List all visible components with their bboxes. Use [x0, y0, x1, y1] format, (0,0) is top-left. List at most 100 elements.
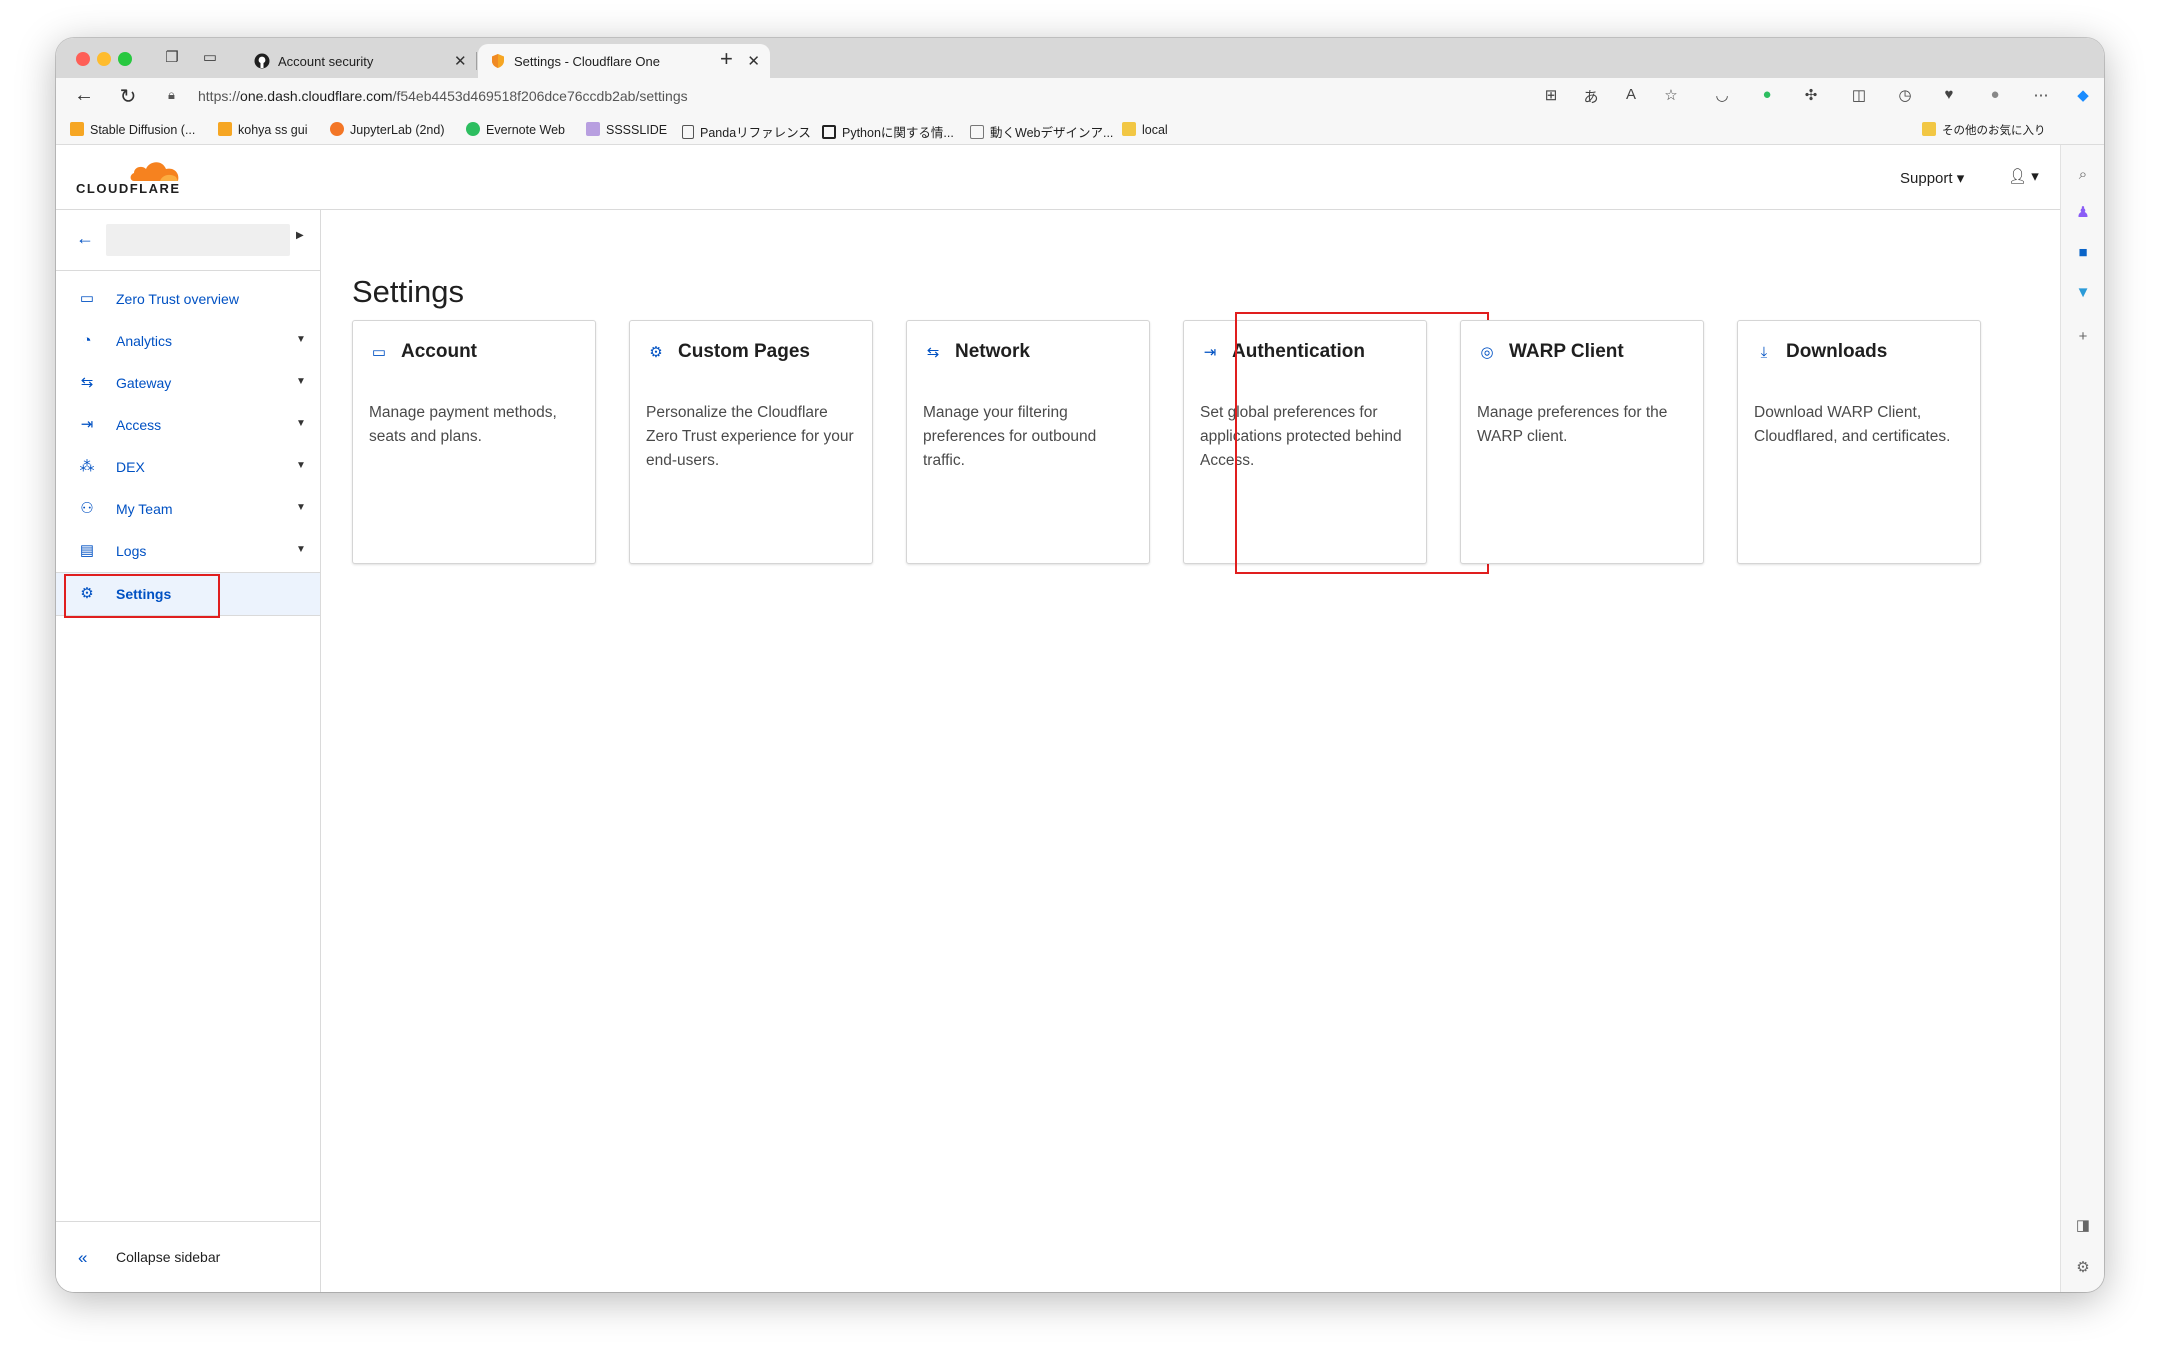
team-icon: ⚇	[80, 500, 94, 517]
bookmark-item[interactable]: Pandaリファレンス	[682, 122, 811, 141]
card-account[interactable]: ▭ Account Manage payment methods, seats …	[352, 320, 596, 564]
bookmark-item[interactable]: JupyterLab (2nd)	[330, 122, 445, 137]
app-header: CLOUDFLARE Support ▾ 👤︎ ▾	[56, 145, 2060, 210]
gear-icon[interactable]: ⚙	[2073, 1258, 2093, 1278]
app-available-icon[interactable]: ⊞	[1540, 86, 1562, 104]
card-description: Personalize the Cloudflare Zero Trust ex…	[646, 404, 854, 469]
bookmark-item[interactable]: Evernote Web	[466, 122, 565, 137]
sidebar-item-dex[interactable]: ⁂ DEX ▼	[56, 446, 320, 488]
sidebar-item-my-team[interactable]: ⚇ My Team ▼	[56, 488, 320, 530]
copilot-icon[interactable]: ◆	[2072, 86, 2094, 104]
chevron-down-icon: ▼	[296, 502, 306, 513]
outlook-icon[interactable]: ■	[2073, 243, 2093, 263]
sidebar-item-logs[interactable]: ▤ Logs ▼	[56, 530, 320, 572]
chevron-down-icon: ▼	[296, 418, 306, 429]
evernote-extension-icon[interactable]: ●	[1756, 86, 1778, 103]
cloudflare-app: CLOUDFLARE Support ▾ 👤︎ ▾ ← ▶ ▭ Zero Tru…	[56, 145, 2060, 1292]
sidebar-item-label: Analytics	[116, 333, 173, 349]
browser-side-panel: ⌕ ♟ ■ ▼ + ◨ ⚙	[2060, 145, 2104, 1292]
read-aloud-icon[interactable]: A	[1620, 86, 1642, 103]
chevron-down-icon: ▼	[296, 376, 306, 387]
close-tab-icon[interactable]: ✕	[747, 52, 760, 70]
bookmark-favicon-icon	[330, 122, 344, 136]
new-tab-button[interactable]: +	[720, 46, 733, 72]
chevron-down-icon: ▼	[296, 544, 306, 555]
user-menu[interactable]: 👤︎ ▾	[2008, 167, 2039, 185]
chevron-down-icon: ▾	[1956, 170, 1965, 187]
sidebar-item-label: DEX	[116, 459, 145, 475]
other-favorites-folder[interactable]: その他のお気に入り	[1922, 122, 2046, 138]
sidebar: ← ▶ ▭ Zero Trust overview ◔ Analytics ▼ …	[56, 210, 321, 1292]
double-chevron-left-icon: «	[78, 1248, 88, 1267]
history-icon[interactable]: ◷	[1894, 86, 1916, 104]
bookmark-item[interactable]: 動くWebデザインア...	[970, 122, 1113, 141]
cloudflare-logo[interactable]: CLOUDFLARE	[76, 157, 186, 197]
card-downloads[interactable]: ⤓ Downloads Download WARP Client, Cloudf…	[1737, 320, 1981, 564]
gateway-icon: ⇆	[80, 374, 94, 391]
network-icon: ⇆	[926, 344, 940, 361]
card-description: Manage payment methods, seats and plans.	[369, 404, 557, 445]
collapse-sidebar-label: Collapse sidebar	[116, 1249, 221, 1265]
bookmark-item[interactable]: local	[1122, 122, 1168, 137]
pocket-icon[interactable]: ◡	[1711, 86, 1733, 104]
back-arrow-icon[interactable]: ←	[76, 228, 94, 249]
sidebar-item-label: Gateway	[116, 375, 172, 391]
tab-strip: ❐ ▭ Account security Settings - Cloudfla…	[56, 38, 2104, 78]
performance-icon[interactable]: ♥	[1938, 86, 1960, 103]
document-icon	[682, 125, 694, 139]
card-network[interactable]: ⇆ Network Manage your filtering preferen…	[906, 320, 1150, 564]
highlight-box-settings	[64, 574, 220, 618]
bookmark-item[interactable]: Stable Diffusion (...	[70, 122, 195, 137]
support-menu[interactable]: Support ▾	[1900, 169, 1964, 187]
sidebar-item-access[interactable]: ⇥ Access ▼	[56, 404, 320, 446]
tools-icon[interactable]: ♟	[2073, 203, 2093, 223]
lock-icon[interactable]: 🔒︎	[168, 87, 175, 103]
favorite-star-icon[interactable]: ☆	[1660, 86, 1682, 104]
profile-avatar[interactable]: ●	[1984, 86, 2006, 103]
sidebar-item-label: Logs	[116, 543, 147, 559]
tab-title: Account security	[278, 54, 374, 69]
workspaces-icon[interactable]: ❐	[162, 48, 182, 68]
search-icon[interactable]: ⌕	[2073, 165, 2093, 185]
github-icon	[254, 53, 270, 69]
minimize-window-button[interactable]	[97, 52, 111, 66]
reload-icon[interactable]: ↻	[116, 84, 140, 109]
tab-actions-icon[interactable]: ▭	[200, 48, 220, 68]
sidebar-item-label: Access	[116, 417, 162, 433]
translate-icon[interactable]: あ	[1580, 86, 1602, 107]
sidebar-toggle-icon[interactable]: ◨	[2073, 1216, 2093, 1236]
collapse-sidebar-button[interactable]: « Collapse sidebar	[56, 1221, 320, 1292]
card-custom-pages[interactable]: ⚙ Custom Pages Personalize the Cloudflar…	[629, 320, 873, 564]
card-description: Manage your filtering preferences for ou…	[923, 404, 1097, 469]
bookmark-item[interactable]: SSSSLIDE	[586, 122, 667, 137]
close-tab-icon[interactable]: ✕	[454, 52, 467, 70]
split-screen-icon[interactable]: ◫	[1848, 86, 1870, 104]
highlight-box-authentication	[1235, 312, 1489, 574]
add-icon[interactable]: +	[2073, 327, 2093, 347]
bookmark-favicon-icon	[970, 125, 984, 139]
sidebar-item-zero-trust-overview[interactable]: ▭ Zero Trust overview	[56, 278, 320, 320]
logo-text: CLOUDFLARE	[76, 181, 181, 196]
card-title: Network	[955, 341, 1030, 362]
login-arrow-icon: ⇥	[1203, 344, 1217, 361]
bookmark-favicon-icon	[586, 122, 600, 136]
cloud-logo-icon	[130, 162, 179, 181]
bookmark-favicon-icon	[466, 122, 480, 136]
sidebar-item-gateway[interactable]: ⇆ Gateway ▼	[56, 362, 320, 404]
extensions-icon[interactable]: ✣	[1800, 86, 1822, 104]
bookmark-item[interactable]: kohya ss gui	[218, 122, 307, 137]
maximize-window-button[interactable]	[118, 52, 132, 66]
more-menu-icon[interactable]: ⋯	[2030, 86, 2052, 104]
card-warp-client[interactable]: ◎ WARP Client Manage preferences for the…	[1460, 320, 1704, 564]
card-title: WARP Client	[1509, 341, 1624, 362]
sidebar-item-analytics[interactable]: ◔ Analytics ▼	[56, 320, 320, 362]
sidebar-item-label: My Team	[116, 501, 173, 517]
bookmark-item[interactable]: Pythonに関する情...	[822, 122, 954, 141]
close-window-button[interactable]	[76, 52, 90, 66]
drop-icon[interactable]: ▼	[2073, 283, 2093, 303]
back-arrow-icon[interactable]: ←	[72, 84, 96, 107]
caret-right-icon[interactable]: ▶	[296, 230, 304, 241]
account-name-field[interactable]	[106, 224, 290, 256]
sidebar-item-label: Zero Trust overview	[116, 291, 239, 307]
address-bar[interactable]: 🔒︎ https://one.dash.cloudflare.com/f54eb…	[156, 82, 1636, 110]
